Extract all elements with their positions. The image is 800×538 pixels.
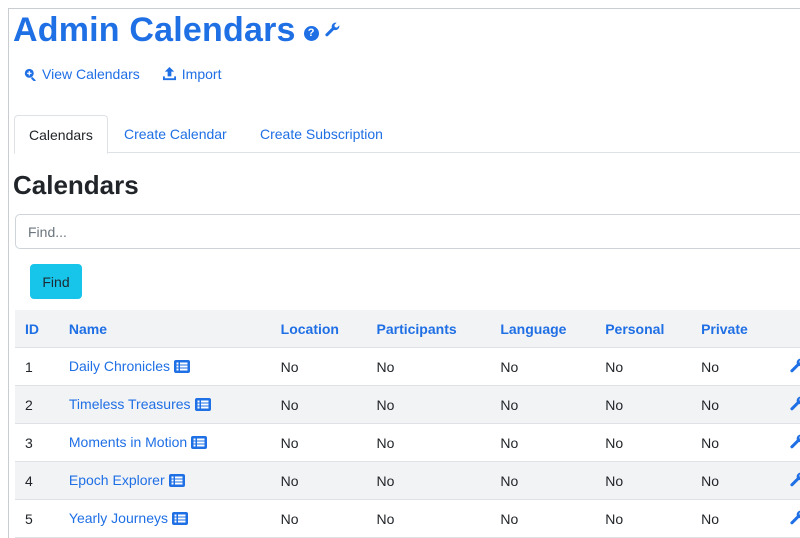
cell-personal: No bbox=[605, 347, 702, 386]
view-calendars-label: View Calendars bbox=[42, 66, 140, 82]
header-language[interactable]: Language bbox=[500, 310, 606, 348]
cell-private: No bbox=[701, 347, 787, 386]
header-name[interactable]: Name bbox=[68, 310, 281, 348]
view-calendars-link[interactable]: View Calendars bbox=[24, 66, 140, 82]
header-participants[interactable]: Participants bbox=[376, 310, 501, 348]
cell-location: No bbox=[280, 347, 377, 386]
cell-language: No bbox=[500, 499, 606, 538]
section-title: Calendars bbox=[13, 170, 139, 200]
header-private[interactable]: Private bbox=[701, 310, 787, 348]
find-button[interactable]: Find bbox=[30, 264, 82, 299]
calendar-name-link[interactable]: Timeless Treasures bbox=[69, 396, 191, 412]
cell-location: No bbox=[280, 499, 377, 538]
calendar-name-link[interactable]: Moments in Motion bbox=[69, 434, 187, 450]
cell-participants: No bbox=[376, 385, 501, 424]
tab-create-subscription[interactable]: Create Subscription bbox=[246, 115, 397, 153]
cell-actions bbox=[787, 347, 800, 386]
cell-personal: No bbox=[605, 385, 702, 424]
table-row: 3 Moments in Motion No No No No No bbox=[15, 423, 800, 462]
page-title: Admin Calendars bbox=[13, 11, 296, 49]
calendar-name-link[interactable]: Yearly Journeys bbox=[69, 510, 168, 526]
calendar-name-link[interactable]: Daily Chronicles bbox=[69, 358, 170, 374]
cell-name: Daily Chronicles bbox=[68, 347, 281, 386]
cell-private: No bbox=[701, 385, 787, 424]
import-link[interactable]: Import bbox=[162, 66, 222, 82]
wrench-icon[interactable] bbox=[790, 358, 800, 376]
cell-location: No bbox=[280, 461, 377, 500]
cell-actions bbox=[787, 499, 800, 538]
cell-language: No bbox=[500, 423, 606, 462]
cell-id: 2 bbox=[15, 385, 69, 424]
cell-participants: No bbox=[376, 499, 501, 538]
list-icon[interactable] bbox=[168, 473, 185, 490]
list-icon[interactable] bbox=[171, 511, 188, 528]
list-icon[interactable] bbox=[194, 397, 211, 414]
action-bar: View Calendars Import bbox=[24, 66, 221, 82]
header-actions bbox=[787, 310, 800, 348]
cell-name: Yearly Journeys bbox=[68, 499, 281, 538]
calendar-name-link[interactable]: Epoch Explorer bbox=[69, 472, 165, 488]
cell-participants: No bbox=[376, 423, 501, 462]
header-location[interactable]: Location bbox=[280, 310, 377, 348]
cell-name: Timeless Treasures bbox=[68, 385, 281, 424]
list-icon[interactable] bbox=[174, 359, 191, 376]
question-circle-icon[interactable]: ? bbox=[303, 25, 319, 41]
table-row: 4 Epoch Explorer No No No No No bbox=[15, 461, 800, 500]
cell-personal: No bbox=[605, 423, 702, 462]
import-label: Import bbox=[181, 66, 222, 82]
cell-actions bbox=[787, 385, 800, 424]
cell-language: No bbox=[500, 347, 606, 386]
cell-id: 1 bbox=[15, 347, 69, 386]
calendars-table: ID Name Location Participants Language P… bbox=[15, 310, 800, 538]
wrench-icon[interactable] bbox=[325, 22, 340, 42]
cell-private: No bbox=[701, 461, 787, 500]
cell-personal: No bbox=[605, 461, 702, 500]
tab-calendars[interactable]: Calendars bbox=[14, 115, 108, 154]
cell-name: Epoch Explorer bbox=[68, 461, 281, 500]
upload-icon bbox=[162, 67, 176, 81]
table-header-row: ID Name Location Participants Language P… bbox=[15, 310, 800, 348]
cell-actions bbox=[787, 423, 800, 462]
wrench-icon[interactable] bbox=[790, 510, 800, 528]
tab-create-calendar[interactable]: Create Calendar bbox=[110, 115, 241, 153]
wrench-icon[interactable] bbox=[790, 434, 800, 452]
cell-participants: No bbox=[376, 461, 501, 500]
wrench-icon[interactable] bbox=[790, 472, 800, 490]
cell-private: No bbox=[701, 423, 787, 462]
search-plus-icon bbox=[24, 68, 36, 81]
cell-language: No bbox=[500, 461, 606, 500]
tab-bar: Calendars Create Calendar Create Subscri… bbox=[14, 115, 800, 154]
cell-id: 5 bbox=[15, 499, 69, 538]
cell-personal: No bbox=[605, 499, 702, 538]
cell-id: 4 bbox=[15, 461, 69, 500]
title-row: Admin Calendars ? bbox=[13, 8, 340, 52]
cell-language: No bbox=[500, 385, 606, 424]
cell-private: No bbox=[701, 499, 787, 538]
cell-location: No bbox=[280, 385, 377, 424]
cell-actions bbox=[787, 461, 800, 500]
cell-id: 3 bbox=[15, 423, 69, 462]
cell-location: No bbox=[280, 423, 377, 462]
cell-name: Moments in Motion bbox=[68, 423, 281, 462]
header-id[interactable]: ID bbox=[15, 310, 69, 348]
list-icon[interactable] bbox=[191, 435, 208, 452]
header-personal[interactable]: Personal bbox=[605, 310, 702, 348]
table-row: 1 Daily Chronicles No No No No No bbox=[15, 347, 800, 386]
table-row: 2 Timeless Treasures No No No No No bbox=[15, 385, 800, 424]
cell-participants: No bbox=[376, 347, 501, 386]
search-input[interactable] bbox=[15, 214, 800, 249]
table-row: 5 Yearly Journeys No No No No No bbox=[15, 499, 800, 538]
wrench-icon[interactable] bbox=[790, 396, 800, 414]
